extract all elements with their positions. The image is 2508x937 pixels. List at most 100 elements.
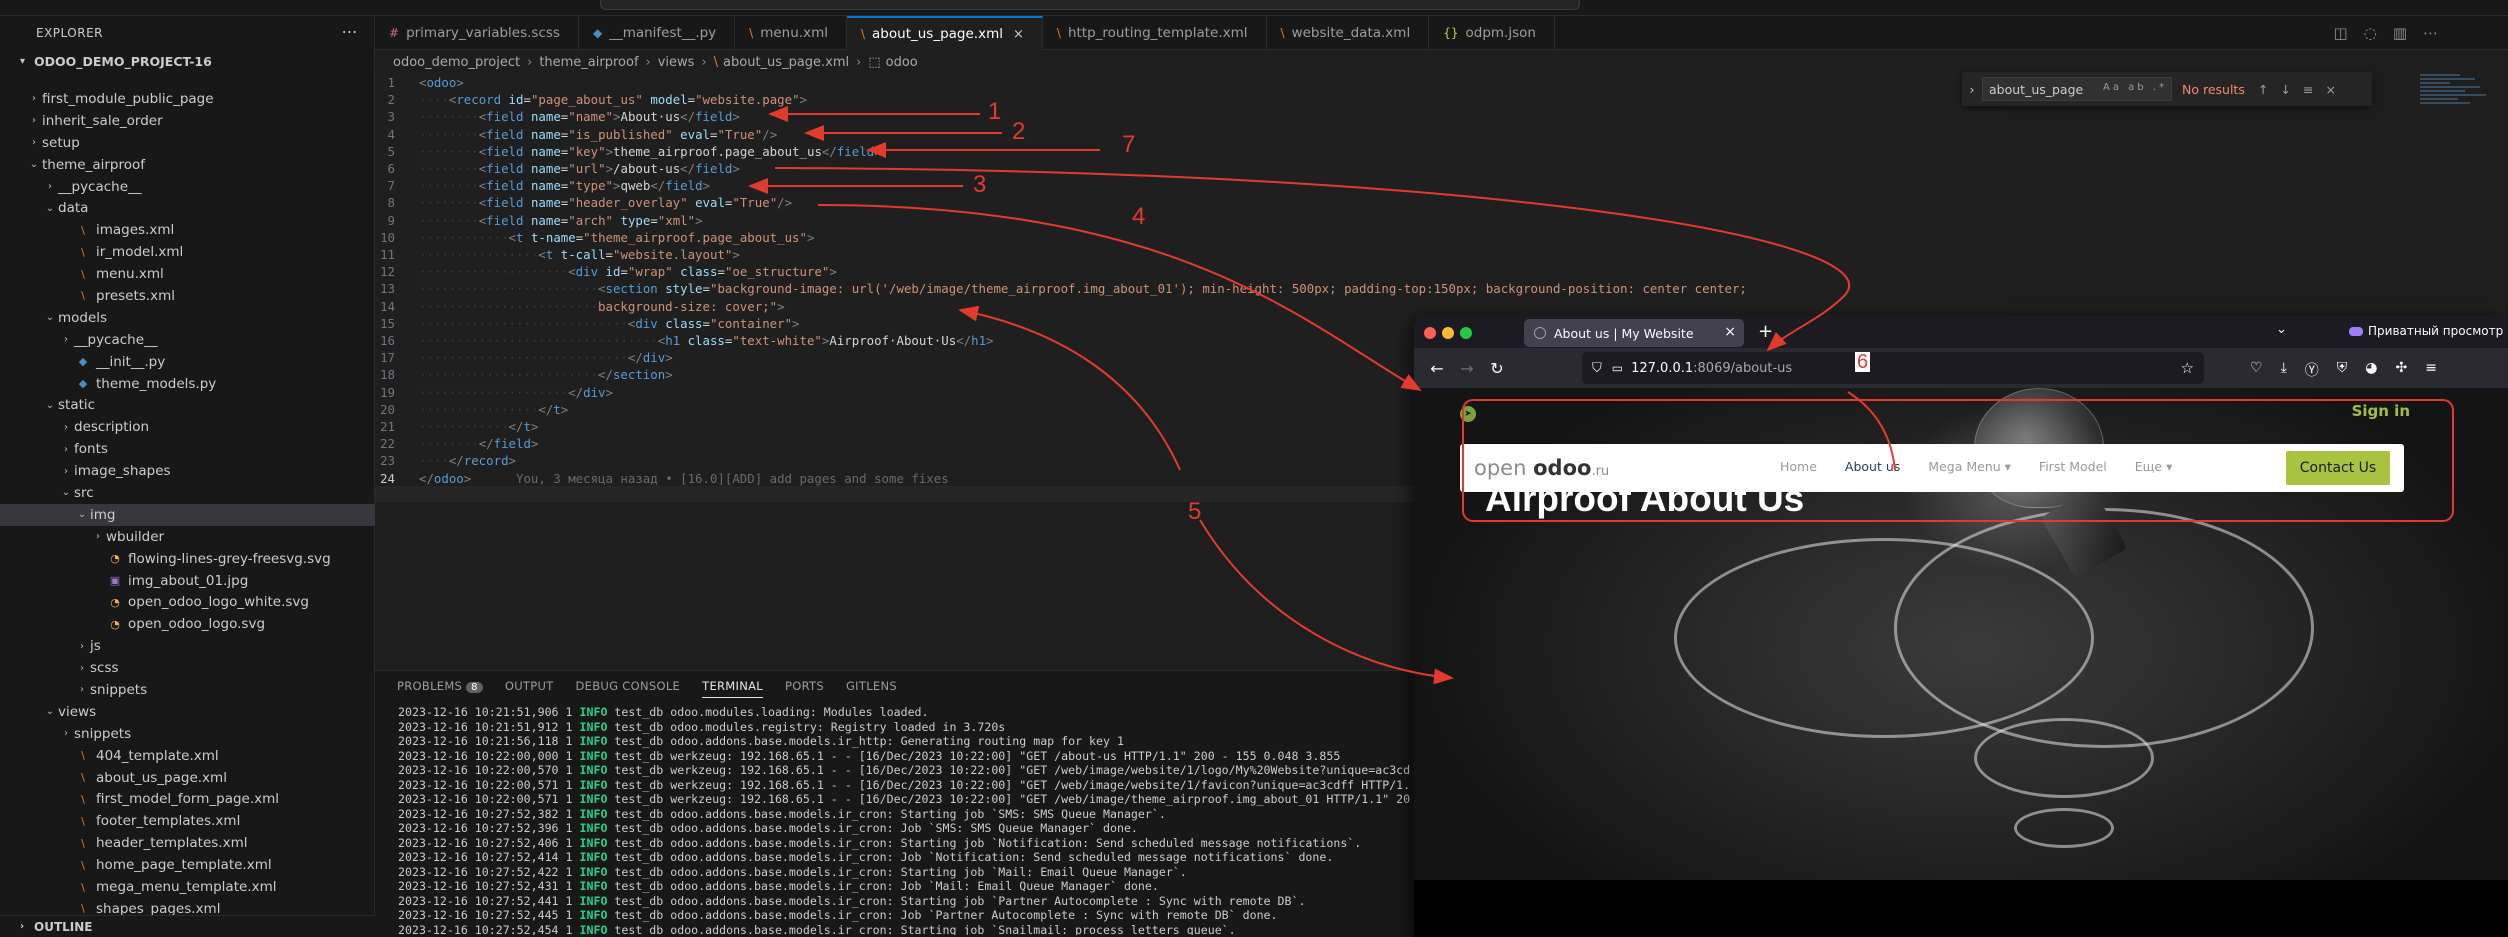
tab-ports[interactable]: PORTS (785, 679, 824, 693)
sign-in-link[interactable]: Sign in (2352, 402, 2410, 420)
tree-item[interactable]: › snippets (0, 723, 375, 745)
tree-item[interactable]: \ home_page_template.xml (0, 854, 375, 876)
editor-tab[interactable]: \ menu.xml (735, 16, 847, 50)
more-actions-icon[interactable]: ⋯ (2423, 24, 2438, 42)
tree-item[interactable]: › inherit_sale_order (0, 110, 375, 132)
tree-item[interactable]: ◔ flowing-lines-grey-freesvg.svg (0, 548, 375, 570)
shield-extension-icon[interactable]: ⛨ (2337, 360, 2348, 380)
tree-item[interactable]: ⌄ src (0, 482, 375, 504)
tab-gitlens[interactable]: GITLENS (846, 679, 897, 693)
tree-item[interactable]: ◆ theme_models.py (0, 373, 375, 395)
tree-item[interactable]: › wbuilder (0, 526, 375, 548)
breadcrumb-item[interactable]: views (658, 55, 695, 70)
tab-output[interactable]: OUTPUT (505, 679, 554, 693)
tree-item[interactable]: › js (0, 635, 375, 657)
maximize-window-button[interactable] (1460, 327, 1472, 339)
nav-about-us[interactable]: About us (1845, 459, 1900, 474)
url-bar[interactable]: ⛉ ▭ 127.0.0.1:8069/about-us ☆ (1582, 352, 2204, 384)
bookmark-star-icon[interactable]: ☆ (2181, 359, 2194, 377)
go-back-icon[interactable]: ◌ (2364, 24, 2377, 42)
tree-item[interactable]: \ header_templates.xml (0, 832, 375, 854)
nav-first-model[interactable]: First Model (2039, 459, 2107, 474)
tree-item[interactable]: \ footer_templates.xml (0, 810, 375, 832)
menu-icon[interactable]: ≡ (2425, 360, 2437, 380)
minimize-window-button[interactable] (1442, 327, 1454, 339)
nav-mega-menu[interactable]: Mega Menu ▾ (1928, 459, 2011, 474)
tab-terminal[interactable]: TERMINAL (702, 679, 763, 698)
tree-item[interactable]: \ ir_model.xml (0, 241, 375, 263)
reload-icon[interactable]: ↻ (1482, 359, 1512, 378)
extension-icon[interactable]: Ⓨ (2305, 360, 2319, 380)
command-center[interactable] (600, 0, 1580, 10)
chevron-right-icon[interactable]: › (1962, 82, 1982, 97)
nav-home[interactable]: Home (1780, 459, 1817, 474)
project-root[interactable]: ▾ ODOO_DEMO_PROJECT-16 (0, 50, 374, 72)
tab-problems[interactable]: PROBLEMS 8 (397, 679, 483, 693)
editor-tab[interactable]: # primary_variables.scss (375, 16, 579, 50)
tree-item[interactable]: \ images.xml (0, 219, 375, 241)
arrow-down-icon[interactable]: ↓ (2280, 82, 2290, 97)
tree-item[interactable]: ⌄ img (0, 503, 375, 526)
tree-item[interactable]: \ about_us_page.xml (0, 767, 375, 789)
tree-item[interactable]: › description (0, 416, 375, 438)
close-icon[interactable]: × (2325, 82, 2335, 97)
editor-tab[interactable]: {} odpm.json (1429, 16, 1555, 50)
editor-tab[interactable]: \ website_data.xml (1267, 16, 1430, 50)
more-actions-icon[interactable]: ⋯ (342, 22, 359, 41)
tree-item[interactable]: ⌄ static (0, 394, 375, 416)
contact-us-button[interactable]: Contact Us (2286, 451, 2390, 485)
forward-icon[interactable]: → (1452, 359, 1482, 378)
tree-item[interactable]: ◔ open_odoo_logo.svg (0, 613, 375, 635)
tracking-protection-icon[interactable]: ⛉ (1592, 361, 1602, 376)
split-editor-icon[interactable]: ▥ (2393, 24, 2407, 42)
telegram-icon[interactable]: ➤ (1460, 406, 1476, 422)
tab-debug-console[interactable]: DEBUG CONSOLE (576, 679, 681, 693)
find-input[interactable]: about_us_page Aa ab .* (1982, 77, 2172, 101)
site-logo[interactable]: open odoo.ru (1474, 456, 1609, 480)
site-info-icon[interactable]: ▭ (1612, 361, 1623, 375)
tree-item[interactable]: \ 404_template.xml (0, 745, 375, 767)
arrow-up-icon[interactable]: ↑ (2258, 82, 2268, 97)
tree-item[interactable]: › first_module_public_page (0, 88, 375, 110)
browser-tab[interactable]: About us | My Website × (1524, 319, 1744, 347)
tree-item[interactable]: ⌄ models (0, 307, 375, 329)
tree-item[interactable]: \ menu.xml (0, 263, 375, 285)
tree-item[interactable]: \ mega_menu_template.xml (0, 876, 375, 898)
breadcrumb-item[interactable]: theme_airproof (539, 55, 638, 70)
breadcrumb-item[interactable]: odoo (886, 55, 918, 70)
tree-item[interactable]: › scss (0, 657, 375, 679)
tree-item[interactable]: ▣ img_about_01.jpg (0, 570, 375, 592)
tree-item[interactable]: \ presets.xml (0, 285, 375, 307)
outline-section[interactable]: › OUTLINE (0, 915, 375, 937)
tree-item[interactable]: \ first_model_form_page.xml (0, 789, 375, 811)
tree-item[interactable]: › __pycache__ (0, 176, 375, 198)
tree-item[interactable]: › image_shapes (0, 460, 375, 482)
extensions-icon[interactable]: ✣ (2395, 360, 2407, 380)
tree-item[interactable]: ⌄ data (0, 197, 375, 219)
list-tabs-icon[interactable]: ⌄ (2276, 322, 2287, 337)
downloads-icon[interactable]: ⤓ (2281, 360, 2287, 380)
new-tab-icon[interactable]: + (1758, 321, 1773, 342)
compare-icon[interactable]: ◫ (2334, 24, 2348, 42)
close-icon[interactable]: × (1013, 27, 1024, 42)
pocket-icon[interactable]: ♡ (2250, 360, 2263, 380)
editor-tab[interactable]: \ about_us_page.xml × (846, 16, 1043, 50)
back-icon[interactable]: ← (1422, 359, 1452, 378)
tree-item[interactable]: › setup (0, 132, 375, 154)
match-options-icon[interactable]: Aa ab .* (2103, 82, 2167, 93)
tree-item[interactable]: ◆ __init__.py (0, 351, 375, 373)
nav-more[interactable]: Еще ▾ (2135, 459, 2173, 474)
close-window-button[interactable] (1424, 327, 1436, 339)
editor-tab[interactable]: ◆ __manifest__.py (579, 16, 736, 50)
tree-item[interactable]: › snippets (0, 679, 375, 701)
tree-item[interactable]: ⌄ theme_airproof (0, 154, 375, 176)
tree-item[interactable]: › fonts (0, 438, 375, 460)
tree-item[interactable]: ⌄ views (0, 701, 375, 723)
close-tab-icon[interactable]: × (1724, 324, 1736, 340)
find-in-selection-icon[interactable]: ≡ (2303, 82, 2313, 97)
terminal-output[interactable]: 2023-12-16 10:21:51,906 1 INFO test_db o… (398, 705, 1498, 935)
minimap[interactable] (2420, 72, 2490, 162)
tree-item[interactable]: › __pycache__ (0, 329, 375, 351)
breadcrumb-item[interactable]: odoo_demo_project (393, 55, 520, 70)
color-picker-icon[interactable]: ◕ (2365, 360, 2377, 380)
